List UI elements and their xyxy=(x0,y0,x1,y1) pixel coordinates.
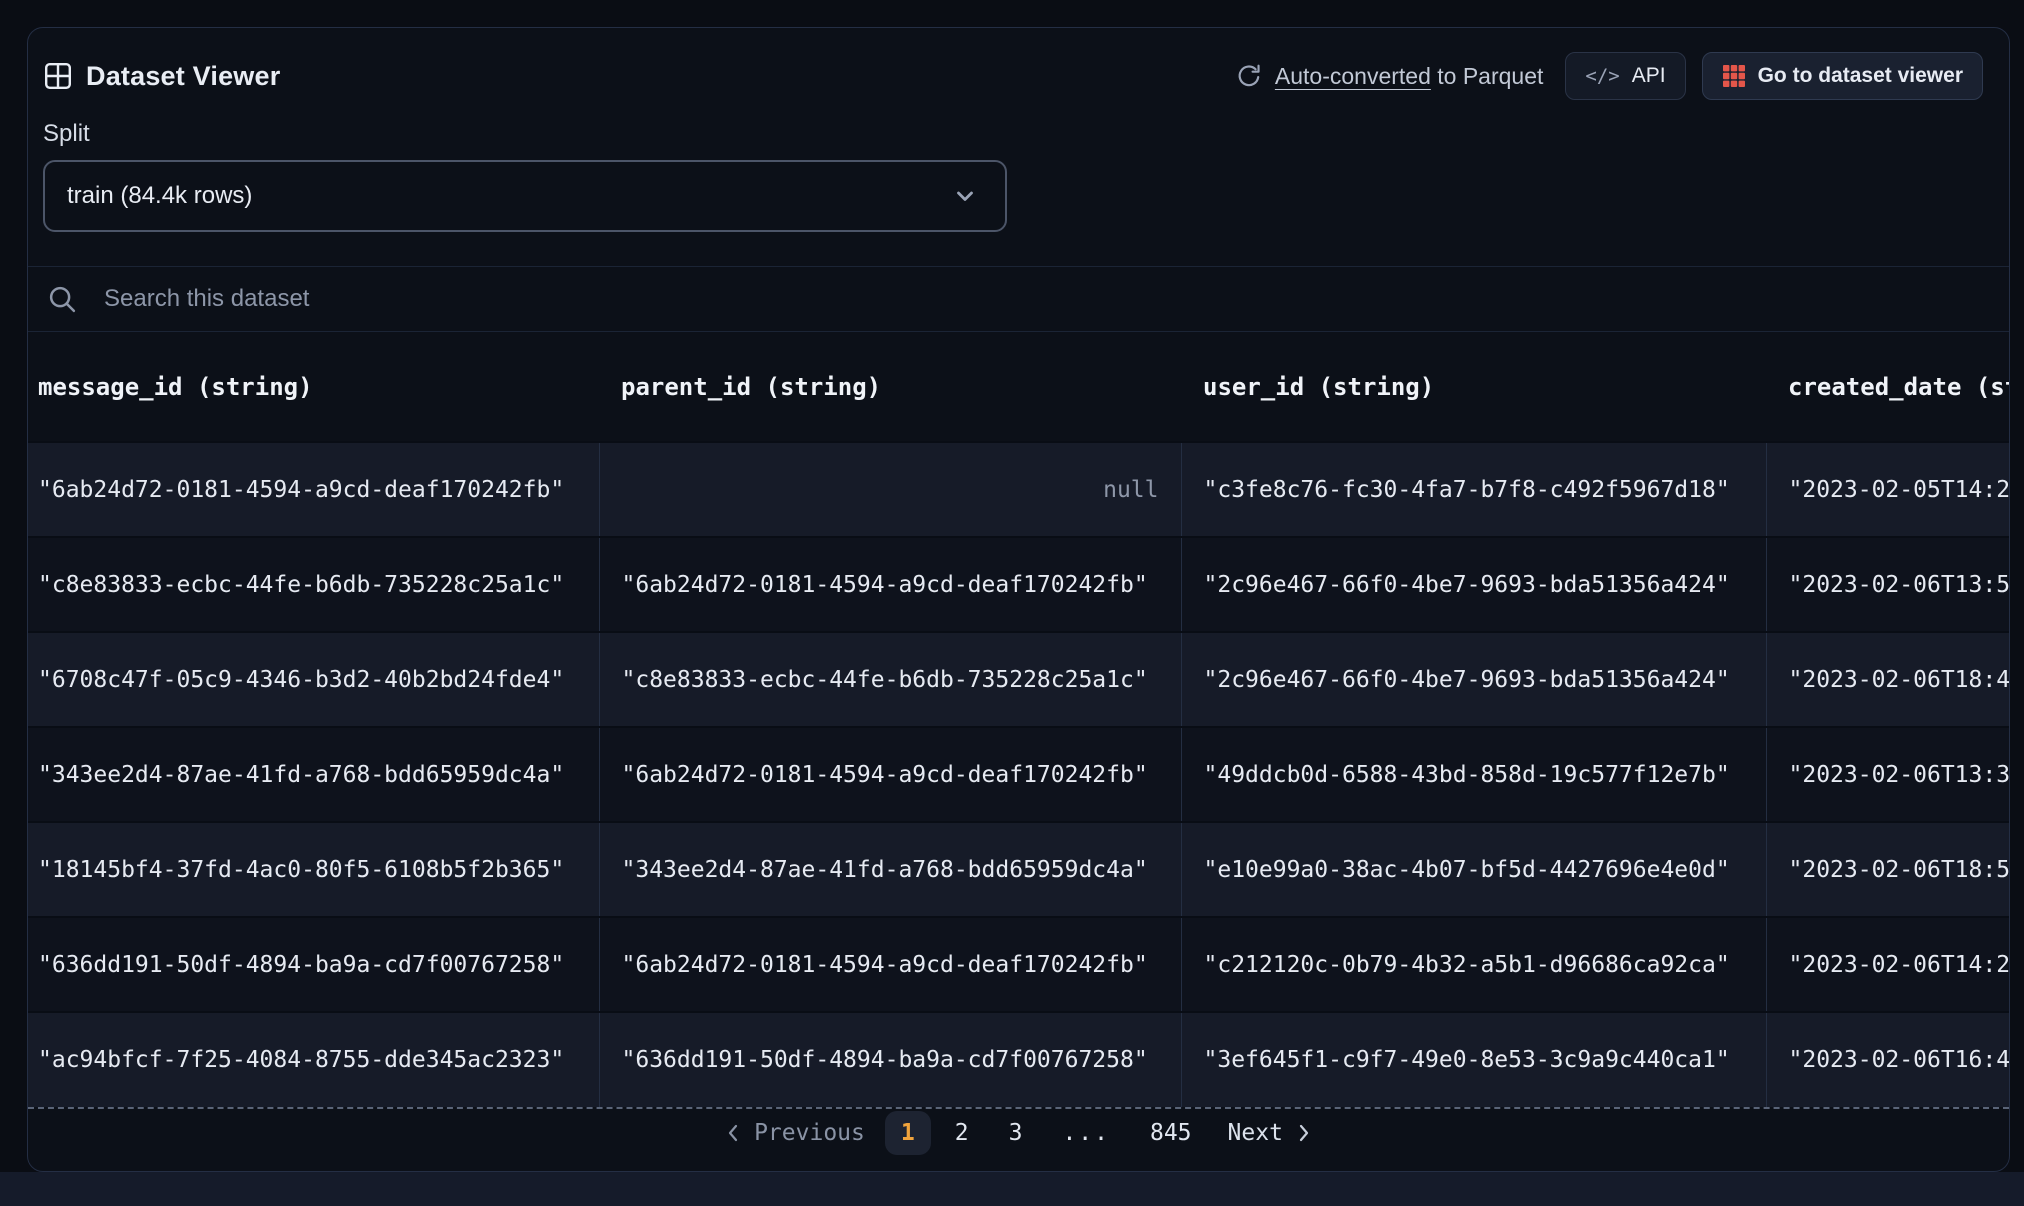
page-title: Dataset Viewer xyxy=(86,60,281,91)
table-row: "343ee2d4-87ae-41fd-a768-bdd65959dc4a" "6… xyxy=(28,727,2009,822)
chevron-right-icon xyxy=(1295,1122,1313,1144)
table-cell: "2023-02-06T14:2 xyxy=(1765,917,2009,1012)
pagination: Previous 1 2 3... 845 Next xyxy=(28,1109,2009,1157)
data-table: message_id (string) parent_id (string) use… xyxy=(28,332,2009,1109)
table-cell: "c212120c-0b79-4b32-a5b1-d96686ca92ca" xyxy=(1180,917,1766,1012)
page-button-845[interactable]: 845 xyxy=(1134,1111,1208,1155)
table-cell: "636dd191-50df-4894-ba9a-cd7f00767258" xyxy=(598,1012,1181,1107)
table-row: "18145bf4-37fd-4ac0-80f5-6108b5f2b365" "3… xyxy=(28,822,2009,917)
table-cell: "c3fe8c76-fc30-4fa7-b7f8-c492f5967d18" xyxy=(1180,442,1766,537)
card-header: Dataset Viewer Auto-converted to Parquet… xyxy=(28,28,2009,100)
table-cell: "18145bf4-37fd-4ac0-80f5-6108b5f2b365" xyxy=(28,822,599,917)
table-cell: "ac94bfcf-7f25-4084-8755-dde345ac2323" xyxy=(28,1012,599,1107)
api-button[interactable]: </> API xyxy=(1565,52,1686,100)
table-cell: "343ee2d4-87ae-41fd-a768-bdd65959dc4a" xyxy=(598,822,1181,917)
table-cell: "6708c47f-05c9-4346-b3d2-40b2bd24fde4" xyxy=(28,632,599,727)
table-header-row: message_id (string) parent_id (string) use… xyxy=(28,332,2009,442)
column-header: parent_id (string) xyxy=(621,372,882,401)
chevron-down-icon xyxy=(957,191,973,201)
table-cell: "c8e83833-ecbc-44fe-b6db-735228c25a1c" xyxy=(598,632,1181,727)
table-cell: "2c96e467-66f0-4be7-9693-bda51356a424" xyxy=(1180,537,1766,632)
table-cell: "6ab24d72-0181-4594-a9cd-deaf170242fb" xyxy=(598,917,1181,1012)
auto-converted-text: Auto-converted to Parquet xyxy=(1274,62,1544,89)
table-cell: "2023-02-06T13:5 xyxy=(1765,537,2009,632)
table-grid-icon xyxy=(45,63,72,90)
table-cell: "2023-02-06T18:5 xyxy=(1765,822,2009,917)
table-row: "c8e83833-ecbc-44fe-b6db-735228c25a1c" "6… xyxy=(28,537,2009,632)
page-buttons: 1 2 3... 845 xyxy=(884,1111,1208,1155)
table-row: "ac94bfcf-7f25-4084-8755-dde345ac2323" "6… xyxy=(28,1012,2009,1107)
column-header: message_id (string) xyxy=(38,372,313,401)
code-icon: </> xyxy=(1585,65,1620,87)
table-cell: null xyxy=(598,442,1181,537)
refresh-icon xyxy=(1238,64,1260,87)
search-input[interactable] xyxy=(104,267,2009,331)
table-cell: "2023-02-06T18:4 xyxy=(1765,632,2009,727)
chevron-left-icon xyxy=(724,1122,742,1144)
table-cell: "2023-02-06T13:3 xyxy=(1765,727,2009,822)
split-selected-value: train (84.4k rows) xyxy=(67,182,253,209)
split-label: Split xyxy=(43,120,90,147)
table-cell: "343ee2d4-87ae-41fd-a768-bdd65959dc4a" xyxy=(28,727,599,822)
table-cell: "2023-02-05T14:2 xyxy=(1765,442,2009,537)
page-button-1[interactable]: 1 xyxy=(884,1111,931,1155)
table-cell: "6ab24d72-0181-4594-a9cd-deaf170242fb" xyxy=(598,727,1181,822)
table-body: "6ab24d72-0181-4594-a9cd-deaf170242fb" nu… xyxy=(28,442,2009,1107)
table-row: "6708c47f-05c9-4346-b3d2-40b2bd24fde4" "c… xyxy=(28,632,2009,727)
page-ellipsis: ... xyxy=(1062,1120,1110,1146)
table-cell: "2c96e467-66f0-4be7-9693-bda51356a424" xyxy=(1180,632,1766,727)
dataset-viewer-card: Dataset Viewer Auto-converted to Parquet… xyxy=(27,27,2010,1172)
previous-button[interactable]: Previous xyxy=(712,1120,877,1146)
search-bar xyxy=(28,266,2009,332)
go-to-dataset-viewer-button[interactable]: Go to dataset viewer xyxy=(1701,52,1983,100)
table-row: "6ab24d72-0181-4594-a9cd-deaf170242fb" nu… xyxy=(28,442,2009,537)
next-label: Next xyxy=(1227,1120,1283,1146)
page-background-strip xyxy=(0,1172,2024,1206)
previous-label: Previous xyxy=(754,1120,865,1146)
table-row: "636dd191-50df-4894-ba9a-cd7f00767258" "6… xyxy=(28,917,2009,1012)
column-header: created_date (st xyxy=(1788,372,2009,401)
table-cell: "636dd191-50df-4894-ba9a-cd7f00767258" xyxy=(28,917,599,1012)
page-button-3[interactable]: 3 xyxy=(993,1111,1039,1155)
auto-converted-link[interactable]: Auto-converted xyxy=(1275,63,1431,89)
go-to-dataset-viewer-label: Go to dataset viewer xyxy=(1757,64,1963,87)
table-cell: "3ef645f1-c9f7-49e0-8e53-3c9a9c440ca1" xyxy=(1180,1012,1766,1107)
search-icon xyxy=(49,286,76,313)
table-cell: "2023-02-06T16:4 xyxy=(1765,1012,2009,1107)
table-cell: "6ab24d72-0181-4594-a9cd-deaf170242fb" xyxy=(28,442,599,537)
red-table-icon xyxy=(1722,65,1745,87)
next-button[interactable]: Next xyxy=(1216,1120,1325,1146)
split-select[interactable]: train (84.4k rows) xyxy=(43,160,1007,232)
table-cell: "6ab24d72-0181-4594-a9cd-deaf170242fb" xyxy=(598,537,1181,632)
page-button-2[interactable]: 2 xyxy=(939,1111,985,1155)
column-header: user_id (string) xyxy=(1203,372,1435,401)
table-cell: "e10e99a0-38ac-4b07-bf5d-4427696e4e0d" xyxy=(1180,822,1766,917)
table-cell: "c8e83833-ecbc-44fe-b6db-735228c25a1c" xyxy=(28,537,599,632)
table-cell: "49ddcb0d-6588-43bd-858d-19c577f12e7b" xyxy=(1180,727,1766,822)
api-button-label: API xyxy=(1631,64,1666,87)
